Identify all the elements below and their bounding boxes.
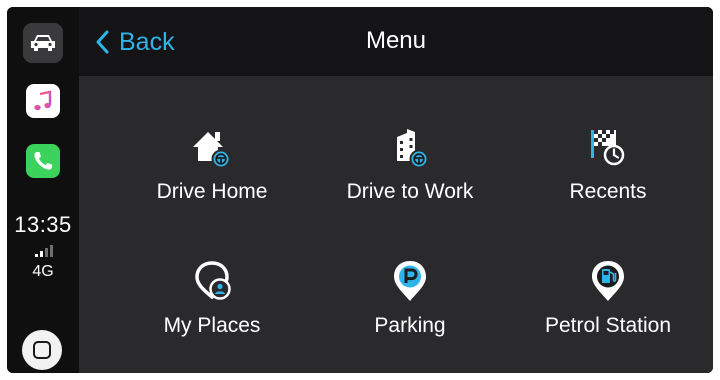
menu-item-label: Petrol Station [544, 314, 672, 337]
dock-app-music[interactable] [26, 84, 60, 118]
home-square-icon [33, 341, 51, 359]
house-steering-wheel-icon [193, 132, 231, 169]
menu-item-label: Parking [374, 314, 446, 337]
carplay-dock: 13:35 4G [7, 7, 79, 373]
menu-item-petrol-station[interactable]: Petrol Station [513, 256, 703, 366]
place-pin-person-icon [195, 261, 231, 300]
carplay-screen: 13:35 4G Back Menu Drive Home Drive to W… [7, 7, 713, 373]
menu-grid: Drive Home Drive to Work Recents My Plac… [79, 76, 713, 373]
menu-item-label: My Places [163, 314, 261, 337]
status-clock: 13:35 [14, 212, 72, 237]
menu-item-label: Drive Home [156, 180, 268, 203]
main-panel: Back Menu Drive Home Drive to Work Recen… [79, 7, 713, 373]
parking-pin-icon [394, 261, 426, 301]
fuel-pump-pin-icon [592, 261, 624, 301]
home-button[interactable] [22, 330, 62, 370]
phone-icon [34, 152, 52, 170]
dock-app-phone[interactable] [26, 144, 60, 178]
checkered-flag-clock-icon [591, 130, 625, 166]
dock-app-navigation[interactable] [23, 23, 63, 63]
header-bar: Back Menu [79, 7, 713, 76]
car-icon [31, 35, 55, 51]
back-label: Back [119, 27, 175, 56]
network-type: 4G [32, 263, 54, 280]
menu-item-my-places[interactable]: My Places [117, 256, 307, 366]
cellular-signal-icon [35, 245, 53, 257]
building-steering-wheel-icon [397, 129, 429, 169]
chevron-left-icon [96, 30, 109, 54]
menu-item-recents[interactable]: Recents [513, 122, 703, 232]
menu-item-drive-to-work[interactable]: Drive to Work [315, 122, 505, 232]
menu-item-label: Drive to Work [346, 180, 474, 203]
menu-item-label: Recents [569, 180, 647, 203]
back-button[interactable]: Back [95, 25, 175, 59]
menu-item-drive-home[interactable]: Drive Home [117, 122, 307, 232]
music-note-icon [34, 90, 52, 111]
menu-item-parking[interactable]: Parking [315, 256, 505, 366]
